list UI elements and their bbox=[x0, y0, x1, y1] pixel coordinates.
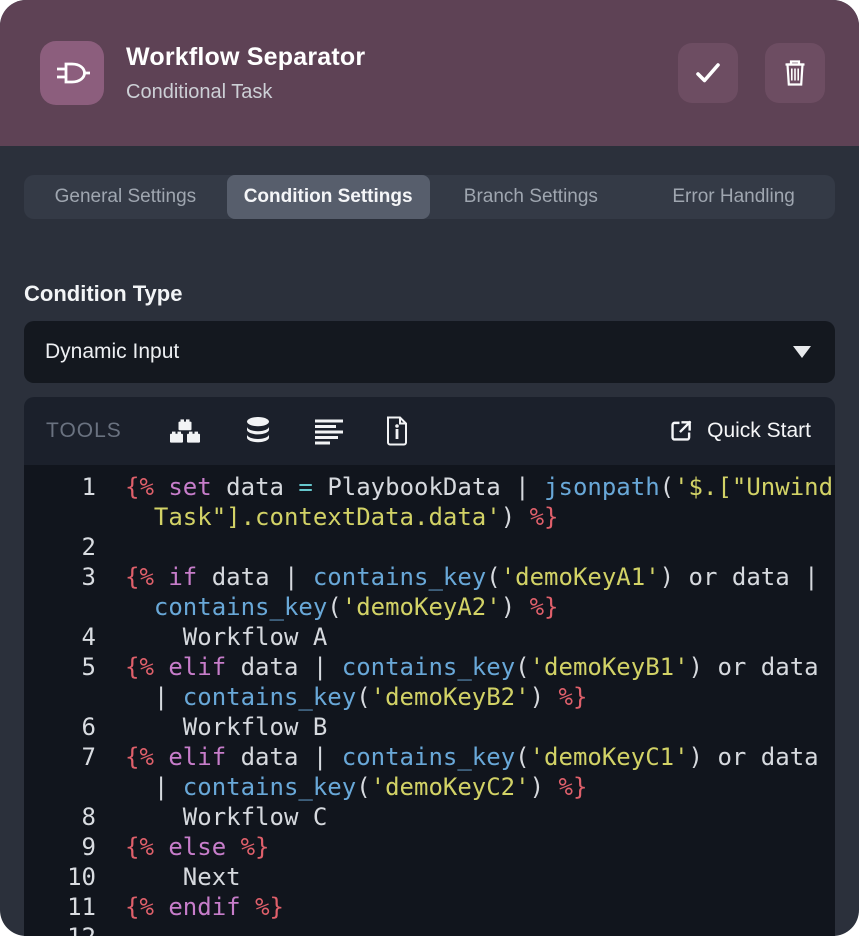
line-content: {% set data = PlaybookData | jsonpath('$… bbox=[96, 472, 833, 532]
tab-condition-settings[interactable]: Condition Settings bbox=[227, 175, 430, 219]
settings-tab-bar: General Settings Condition Settings Branch… bbox=[24, 175, 835, 219]
condition-type-label: Condition Type bbox=[24, 281, 835, 307]
line-content: {% elif data | contains_key('demoKeyB1')… bbox=[96, 652, 819, 712]
line-number: 8 bbox=[24, 802, 96, 832]
code-line: 3{% if data | contains_key('demoKeyA1') … bbox=[24, 562, 835, 622]
header-actions bbox=[678, 43, 825, 103]
code-line: 2 bbox=[24, 532, 835, 562]
line-content: {% endif %} bbox=[96, 892, 284, 922]
code-line: 8 Workflow C bbox=[24, 802, 835, 832]
header-titles: Workflow Separator Conditional Task bbox=[126, 43, 678, 104]
check-icon bbox=[693, 60, 723, 86]
line-content bbox=[96, 922, 139, 936]
blocks-icon[interactable] bbox=[168, 416, 202, 446]
line-number: 4 bbox=[24, 622, 96, 652]
panel-title: Workflow Separator bbox=[126, 43, 678, 72]
line-content: {% if data | contains_key('demoKeyA1') o… bbox=[96, 562, 819, 622]
line-number: 5 bbox=[24, 652, 96, 712]
tools-label: TOOLS bbox=[46, 419, 122, 443]
line-number: 12 bbox=[24, 922, 96, 936]
quick-start-button[interactable]: Quick Start bbox=[668, 418, 811, 444]
line-number: 1 bbox=[24, 472, 96, 532]
code-line: 4 Workflow A bbox=[24, 622, 835, 652]
line-content bbox=[96, 532, 139, 562]
tab-label: General Settings bbox=[55, 186, 197, 208]
code-line: 12 bbox=[24, 922, 835, 936]
tab-general-settings[interactable]: General Settings bbox=[24, 175, 227, 219]
line-content: {% elif data | contains_key('demoKeyC1')… bbox=[96, 742, 819, 802]
delete-button[interactable] bbox=[765, 43, 825, 103]
code-editor: TOOLS Quick Start bbox=[24, 397, 835, 936]
confirm-button[interactable] bbox=[678, 43, 738, 103]
line-number: 2 bbox=[24, 532, 96, 562]
line-number: 11 bbox=[24, 892, 96, 922]
code-line: 10 Next bbox=[24, 862, 835, 892]
code-line: 7{% elif data | contains_key('demoKeyC1'… bbox=[24, 742, 835, 802]
code-line: 9{% else %} bbox=[24, 832, 835, 862]
code-line: 1{% set data = PlaybookData | jsonpath('… bbox=[24, 472, 835, 532]
trash-icon bbox=[782, 59, 808, 87]
condition-type-value: Dynamic Input bbox=[45, 340, 793, 364]
line-number: 3 bbox=[24, 562, 96, 622]
code-line: 6 Workflow B bbox=[24, 712, 835, 742]
quick-start-label: Quick Start bbox=[707, 419, 811, 443]
line-number: 9 bbox=[24, 832, 96, 862]
tab-error-handling[interactable]: Error Handling bbox=[632, 175, 835, 219]
code-line: 5{% elif data | contains_key('demoKeyB1'… bbox=[24, 652, 835, 712]
panel-subtitle: Conditional Task bbox=[126, 81, 678, 104]
code-area[interactable]: 1{% set data = PlaybookData | jsonpath('… bbox=[24, 465, 835, 936]
line-number: 6 bbox=[24, 712, 96, 742]
tab-branch-settings[interactable]: Branch Settings bbox=[430, 175, 633, 219]
line-content: {% else %} bbox=[96, 832, 270, 862]
tool-icons bbox=[168, 416, 410, 446]
line-content: Workflow C bbox=[96, 802, 327, 832]
task-config-panel: Workflow Separator Conditional Task Gene… bbox=[0, 0, 859, 936]
line-content: Workflow B bbox=[96, 712, 327, 742]
line-content: Workflow A bbox=[96, 622, 327, 652]
condition-type-select[interactable]: Dynamic Input bbox=[24, 321, 835, 383]
panel-body: General Settings Condition Settings Branch… bbox=[0, 175, 859, 936]
external-link-icon bbox=[668, 418, 694, 444]
line-content: Next bbox=[96, 862, 241, 892]
chevron-down-icon bbox=[793, 346, 811, 358]
database-icon[interactable] bbox=[242, 416, 274, 446]
logic-gate-icon bbox=[53, 58, 91, 88]
panel-header: Workflow Separator Conditional Task bbox=[0, 0, 859, 146]
line-number: 10 bbox=[24, 862, 96, 892]
editor-toolbar: TOOLS Quick Start bbox=[24, 397, 835, 465]
align-left-icon[interactable] bbox=[314, 417, 344, 445]
line-number: 7 bbox=[24, 742, 96, 802]
task-type-tile bbox=[40, 41, 104, 105]
tab-label: Error Handling bbox=[672, 186, 795, 208]
tab-label: Branch Settings bbox=[464, 186, 598, 208]
tab-label: Condition Settings bbox=[244, 186, 413, 208]
code-line: 11{% endif %} bbox=[24, 892, 835, 922]
file-info-icon[interactable] bbox=[384, 416, 410, 446]
